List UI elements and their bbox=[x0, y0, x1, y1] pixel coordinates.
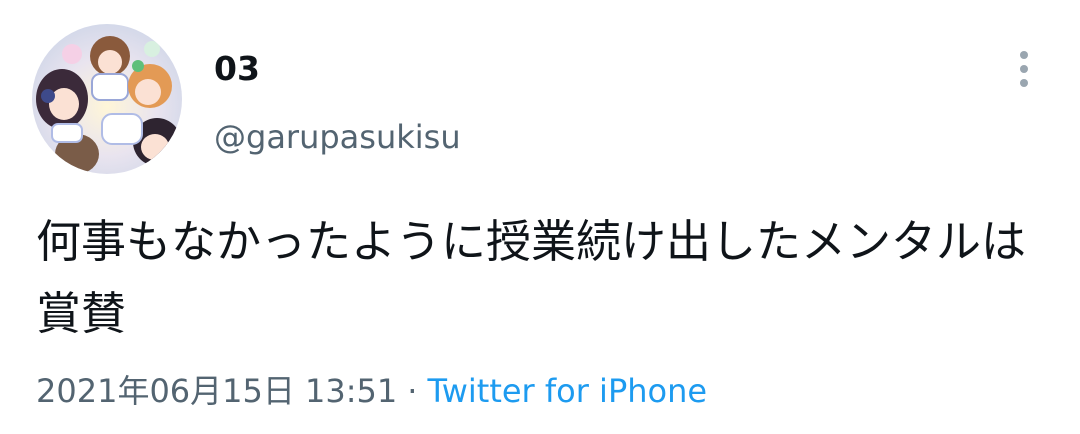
display-name[interactable]: 03 bbox=[214, 47, 260, 91]
meta-separator: · bbox=[407, 372, 418, 410]
tweet-metadata: 2021年06月15日 13:51 · Twitter for iPhone bbox=[36, 369, 707, 413]
avatar-image bbox=[32, 24, 182, 174]
more-options-button[interactable] bbox=[1002, 44, 1046, 96]
avatar[interactable] bbox=[32, 24, 182, 174]
user-handle[interactable]: @garupasukisu bbox=[214, 115, 461, 159]
tweet-text: 何事もなかったように授業続け出したメンタルは賞賛 bbox=[36, 215, 1027, 340]
tweet-timestamp: 2021年06月15日 13:51 bbox=[36, 372, 398, 410]
more-vertical-icon bbox=[1020, 51, 1028, 87]
tweet-source-link[interactable]: Twitter for iPhone bbox=[427, 372, 707, 410]
